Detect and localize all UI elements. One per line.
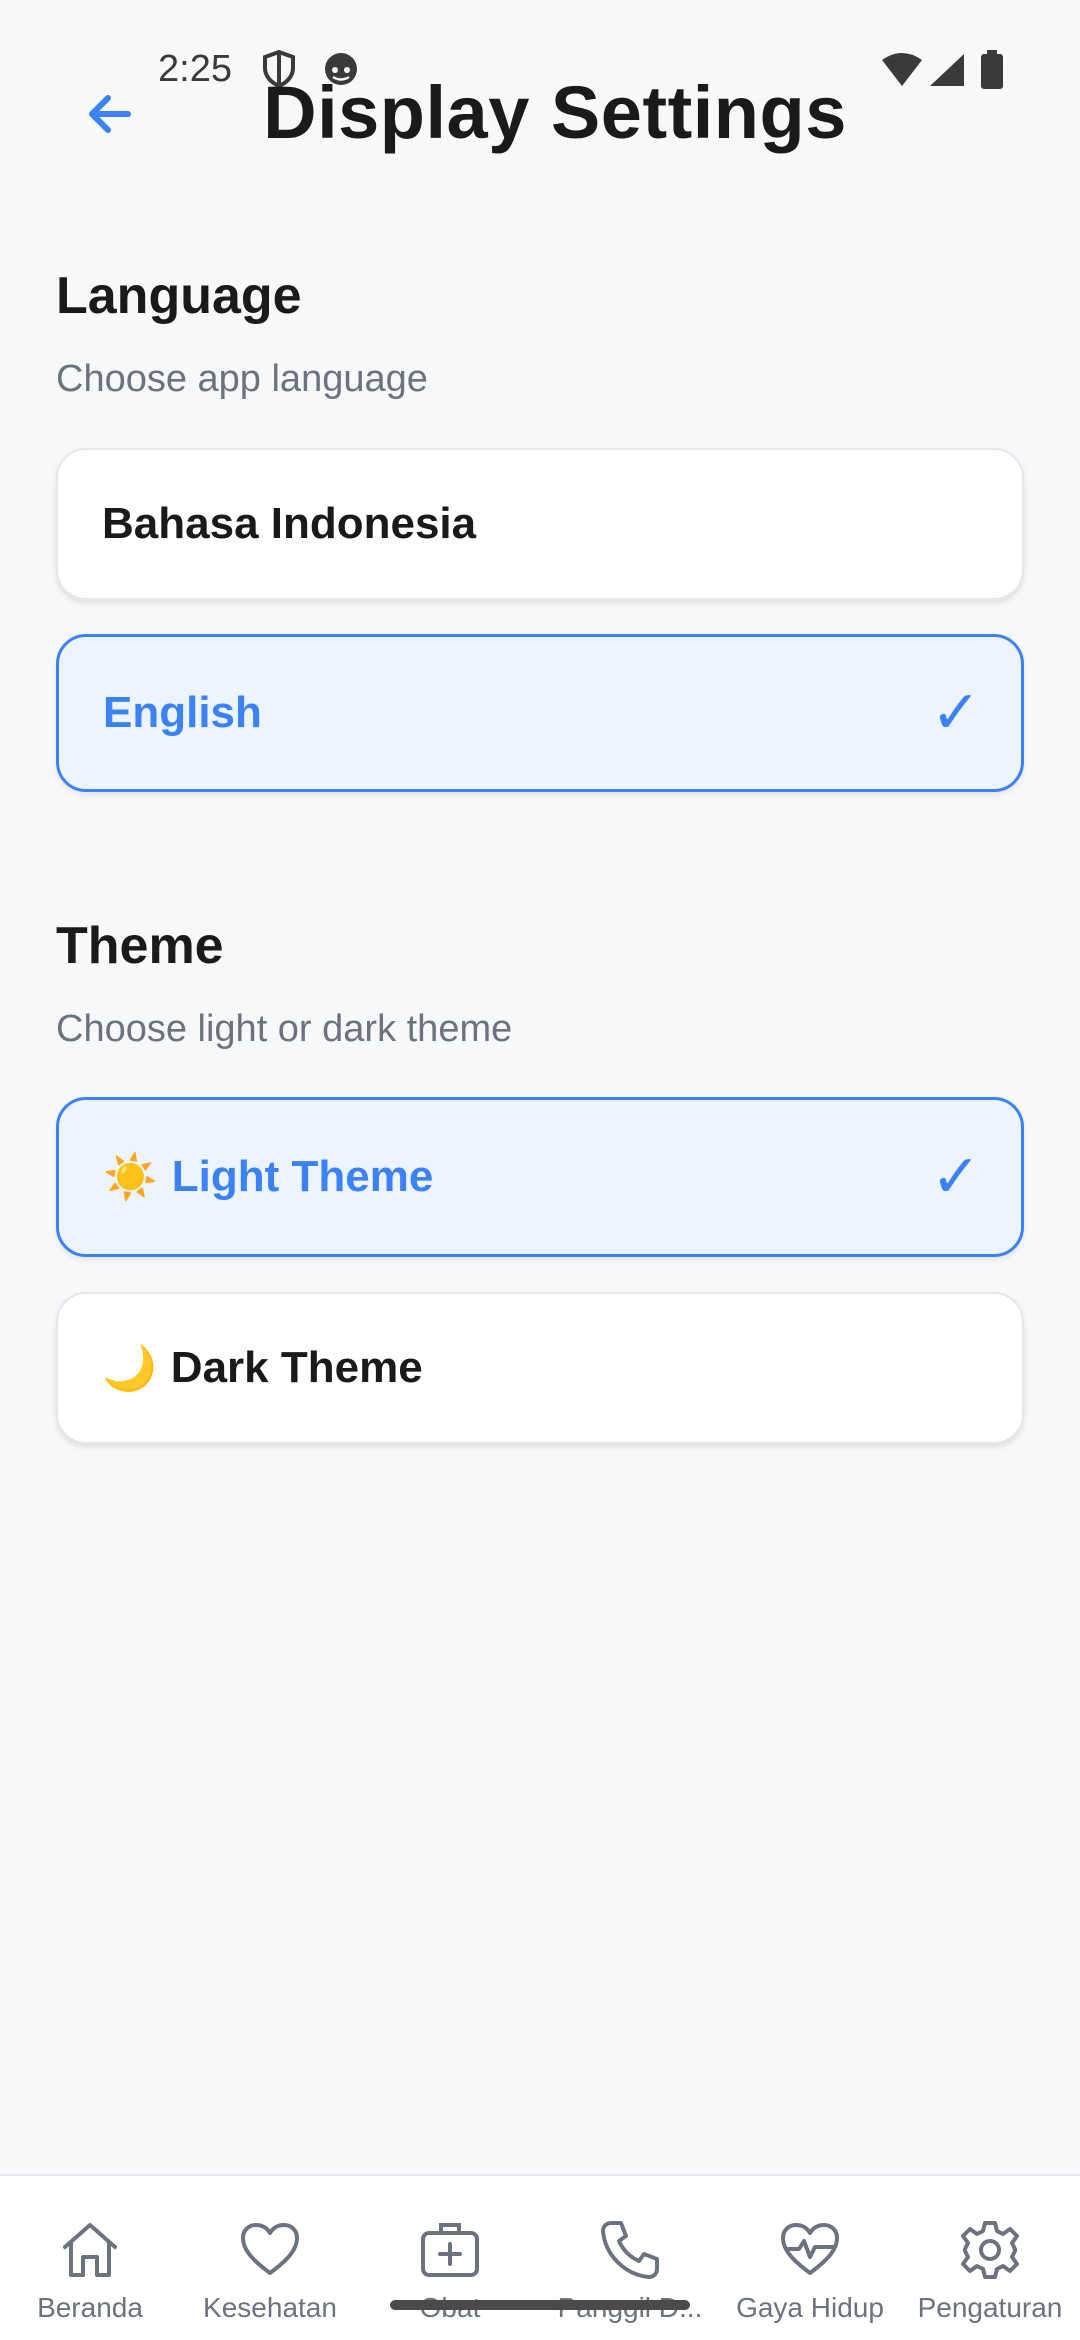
nav-item-gaya-hidup[interactable]: Gaya Hidup bbox=[720, 2176, 900, 2340]
language-option-english[interactable]: English ✓ bbox=[56, 634, 1024, 792]
option-label: Dark Theme bbox=[170, 1343, 423, 1392]
medical-kit-icon bbox=[414, 2214, 486, 2286]
language-section-subtitle: Choose app language bbox=[56, 358, 428, 400]
nav-label: Kesehatan bbox=[203, 2292, 337, 2323]
heart-icon bbox=[234, 2214, 306, 2286]
theme-option-light[interactable]: ☀️ Light Theme ✓ bbox=[56, 1097, 1024, 1257]
nav-item-obat[interactable]: Obat bbox=[360, 2176, 540, 2340]
theme-option-dark[interactable]: 🌙 Dark Theme bbox=[56, 1292, 1024, 1444]
theme-section-title: Theme bbox=[56, 917, 224, 975]
theme-section-subtitle: Choose light or dark theme bbox=[56, 1008, 513, 1050]
option-label: English bbox=[103, 688, 262, 737]
nav-item-beranda[interactable]: Beranda bbox=[0, 2176, 180, 2340]
nav-label: Gaya Hidup bbox=[736, 2292, 884, 2323]
sun-icon: ☀️ bbox=[103, 1153, 158, 1202]
bottom-navigation: Beranda Kesehatan Obat Panggil D... Gaya bbox=[0, 2174, 1080, 2340]
option-label: Bahasa Indonesia bbox=[102, 499, 477, 548]
page-title: Display Settings bbox=[263, 71, 847, 154]
check-icon: ✓ bbox=[930, 679, 981, 746]
display-settings-screen: 2:25 Display Settings Language Choose ap… bbox=[0, 0, 1080, 2340]
check-icon: ✓ bbox=[930, 1143, 981, 1210]
nav-label: Pengaturan bbox=[917, 2292, 1063, 2323]
nav-item-pengaturan[interactable]: Pengaturan bbox=[900, 2176, 1080, 2340]
home-indicator[interactable] bbox=[390, 2300, 690, 2310]
phone-icon bbox=[594, 2214, 666, 2286]
language-option-bahasa-indonesia[interactable]: Bahasa Indonesia bbox=[56, 448, 1024, 600]
language-section-title: Language bbox=[56, 267, 302, 325]
heart-pulse-icon bbox=[774, 2214, 846, 2286]
gear-icon bbox=[954, 2214, 1026, 2286]
nav-item-panggil-dokter[interactable]: Panggil D... bbox=[540, 2176, 720, 2340]
moon-icon: 🌙 bbox=[102, 1344, 157, 1393]
option-label: Light Theme bbox=[171, 1152, 434, 1201]
nav-label: Beranda bbox=[37, 2292, 143, 2323]
home-icon bbox=[54, 2214, 126, 2286]
nav-item-kesehatan[interactable]: Kesehatan bbox=[180, 2176, 360, 2340]
